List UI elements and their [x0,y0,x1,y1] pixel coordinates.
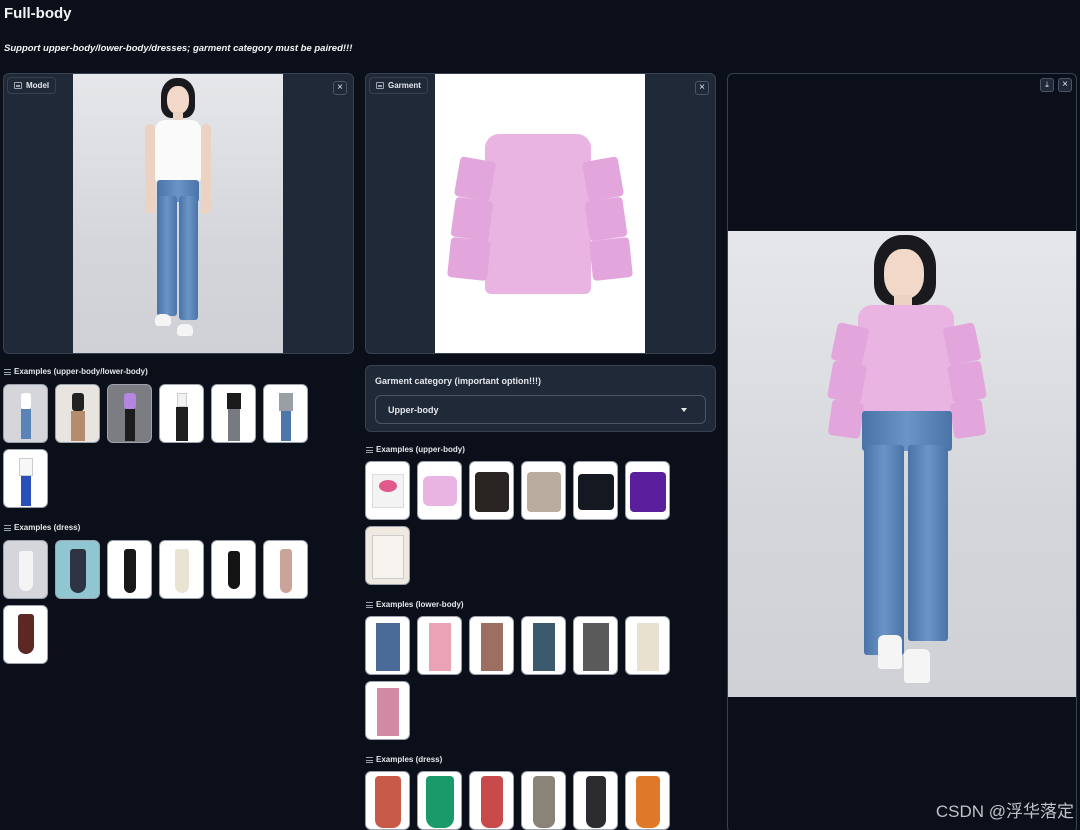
model-image [73,74,283,353]
page-title: Full-body [4,5,72,22]
download-icon[interactable]: ⤓ [1040,78,1054,92]
garment-image-panel[interactable]: Garment × [365,73,716,354]
example-thumbnail[interactable] [469,461,514,520]
garment-lower-examples-grid [365,616,675,740]
garment-lower-examples-label: Examples (lower-body) [366,600,464,609]
example-thumbnail[interactable] [521,771,566,830]
model-examples-grid [3,384,313,508]
list-icon [366,446,373,453]
example-thumbnail[interactable] [3,540,48,599]
example-thumbnail[interactable] [573,771,618,830]
model-image-panel[interactable]: Model × [3,73,354,354]
garment-label: Garment [369,77,428,94]
example-thumbnail[interactable] [469,771,514,830]
example-thumbnail[interactable] [573,616,618,675]
example-thumbnail[interactable] [263,384,308,443]
garment-upper-examples-grid [365,461,675,585]
result-image [728,231,1076,697]
garment-category-label: Garment category (important option!!!) [375,376,541,386]
garment-image [435,74,645,353]
example-thumbnail[interactable] [107,540,152,599]
example-thumbnail[interactable] [3,605,48,664]
image-icon [14,82,22,89]
chevron-down-icon [681,408,687,412]
model-dress-examples-grid [3,540,313,664]
example-thumbnail[interactable] [365,526,410,585]
list-icon [4,524,11,531]
garment-upper-examples-label: Examples (upper-body) [366,445,465,454]
example-thumbnail[interactable] [365,771,410,830]
page-subtitle: Support upper-body/lower-body/dresses; g… [4,43,353,54]
close-icon[interactable]: × [695,81,709,95]
watermark: CSDN @浮华落定 [935,802,1074,821]
model-examples-label: Examples (upper-body/lower-body) [4,367,148,376]
close-icon[interactable]: × [1058,78,1072,92]
example-thumbnail[interactable] [263,540,308,599]
example-thumbnail[interactable] [55,384,100,443]
model-label: Model [7,77,57,94]
garment-category-block: Garment category (important option!!!) U… [365,365,716,432]
example-thumbnail[interactable] [159,540,204,599]
example-thumbnail[interactable] [159,384,204,443]
example-thumbnail[interactable] [469,616,514,675]
garment-dress-examples-grid [365,771,675,830]
example-thumbnail[interactable] [3,384,48,443]
example-thumbnail[interactable] [625,461,670,520]
list-icon [366,756,373,763]
example-thumbnail[interactable] [573,461,618,520]
example-thumbnail[interactable] [3,449,48,508]
close-icon[interactable]: × [333,81,347,95]
example-thumbnail[interactable] [365,681,410,740]
result-image-panel: ⤓ × [727,73,1077,830]
example-thumbnail[interactable] [417,616,462,675]
example-thumbnail[interactable] [211,384,256,443]
example-thumbnail[interactable] [211,540,256,599]
example-thumbnail[interactable] [521,616,566,675]
list-icon [4,368,11,375]
example-thumbnail[interactable] [625,616,670,675]
example-thumbnail[interactable] [55,540,100,599]
example-thumbnail[interactable] [417,461,462,520]
example-thumbnail[interactable] [521,461,566,520]
garment-category-dropdown[interactable]: Upper-body [375,395,706,424]
example-thumbnail[interactable] [365,461,410,520]
garment-dress-examples-label: Examples (dress) [366,755,442,764]
image-icon [376,82,384,89]
list-icon [366,601,373,608]
example-thumbnail[interactable] [365,616,410,675]
example-thumbnail[interactable] [417,771,462,830]
example-thumbnail[interactable] [107,384,152,443]
model-dress-examples-label: Examples (dress) [4,523,80,532]
example-thumbnail[interactable] [625,771,670,830]
